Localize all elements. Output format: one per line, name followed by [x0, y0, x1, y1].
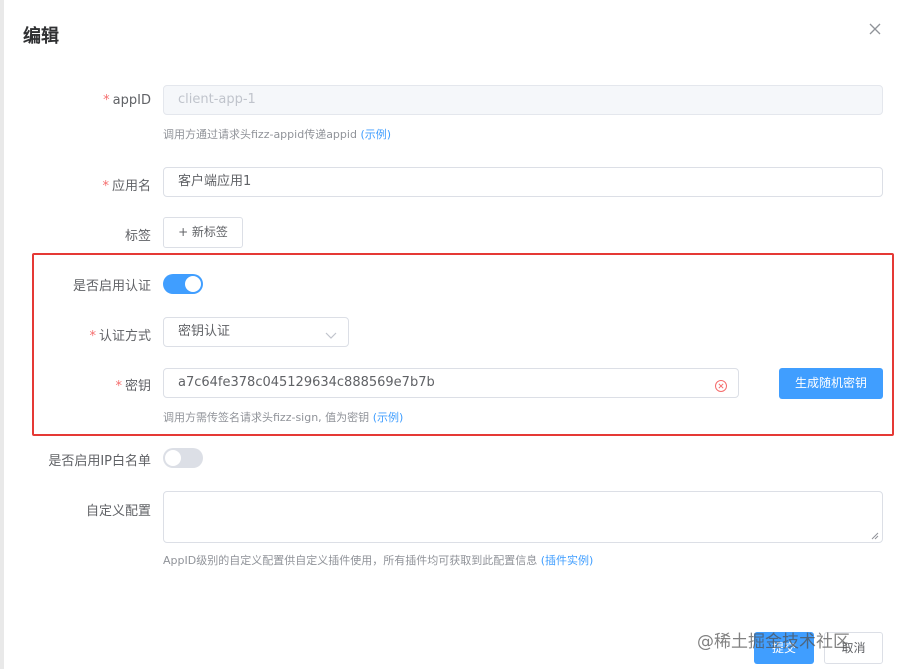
secret-label: * 密钥 — [115, 379, 151, 394]
close-icon[interactable] — [866, 22, 884, 40]
clear-icon[interactable] — [714, 376, 728, 392]
chevron-down-icon — [324, 325, 338, 339]
auth-method-value: 密钥认证 — [178, 324, 231, 339]
custom-config-label: 自定义配置 — [85, 504, 151, 519]
new-tag-button[interactable]: + 新标签 — [163, 217, 243, 248]
generate-secret-button[interactable]: 生成随机密钥 — [779, 368, 883, 399]
tags-label: 标签 — [124, 229, 151, 244]
appid-label: * appID — [103, 93, 151, 108]
app-name-input[interactable]: 客户端应用1 — [163, 167, 883, 197]
dialog-title: 编辑 — [23, 26, 59, 47]
app-name-label: * 应用名 — [102, 179, 151, 194]
switch-knob — [165, 450, 181, 466]
edit-dialog: 编辑 * appID client-app-1 调用方通过请求头fizz-appi… — [4, 0, 901, 669]
appid-input: client-app-1 — [163, 85, 883, 115]
plugin-example-link[interactable]: (插件实例) — [541, 554, 594, 567]
highlight-annotation-box — [32, 253, 894, 436]
auth-enabled-label: 是否启用认证 — [72, 279, 151, 294]
custom-config-textarea[interactable] — [163, 491, 883, 543]
auth-enabled-switch[interactable] — [163, 274, 203, 294]
ip-whitelist-switch[interactable] — [163, 448, 203, 468]
custom-config-hint: AppID级别的自定义配置供自定义插件使用，所有插件均可获取到此配置信息 (插件… — [163, 554, 594, 567]
resize-handle-icon[interactable] — [870, 529, 879, 540]
secret-value: a7c64fe378c045129634c888569e7b7b — [178, 375, 435, 390]
ip-whitelist-label: 是否启用IP白名单 — [48, 454, 151, 469]
appid-hint: 调用方通过请求头fizz-appid传递appid (示例) — [163, 128, 392, 141]
secret-example-link[interactable]: (示例) — [373, 411, 404, 424]
secret-hint: 调用方需传签名请求头fizz-sign, 值为密钥 (示例) — [163, 411, 404, 424]
switch-knob — [185, 276, 201, 292]
secret-input[interactable]: a7c64fe378c045129634c888569e7b7b — [163, 368, 739, 398]
watermark: @稀土掘金技术社区 — [697, 632, 850, 652]
appid-example-link[interactable]: (示例) — [360, 128, 391, 141]
auth-method-select[interactable]: 密钥认证 — [163, 317, 349, 347]
auth-method-label: * 认证方式 — [89, 329, 151, 344]
